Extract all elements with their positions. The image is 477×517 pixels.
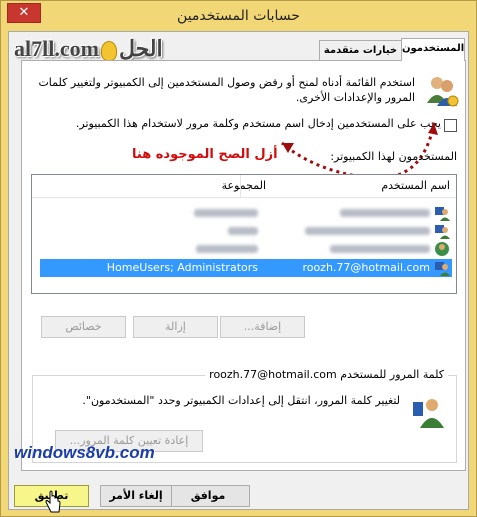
description-text: استخدم القائمة أدناه لمنح أو رفض وصول ال…: [38, 76, 415, 104]
user-icon: [435, 207, 450, 221]
site-logo-watermark: al7ll.com الحل: [14, 36, 163, 61]
users-group-icon: [427, 77, 459, 107]
user-group: HomeUsers; Administrators: [106, 261, 258, 274]
title-bar[interactable]: ✕ حسابات المستخدمين: [1, 1, 476, 31]
column-header-group[interactable]: المجموعة: [222, 179, 266, 192]
table-row[interactable]: [40, 240, 452, 258]
user-icon: [435, 225, 450, 239]
dialog-client: المستخدمون خيارات متقدمة al7ll.com الحل ا…: [8, 31, 469, 510]
hand-cursor-icon: [45, 490, 61, 513]
user-group: [194, 206, 258, 219]
password-group-title: كلمة المرور للمستخدم roozh.77@hotmail.co…: [205, 368, 448, 381]
annotation-text: أزل الصح الموجوده هنا: [132, 147, 278, 162]
windows8vb-watermark: windows8vb.com: [14, 443, 155, 462]
user-name: roozh.77@hotmail.com: [302, 261, 430, 274]
tab-advanced[interactable]: خيارات متقدمة: [319, 40, 402, 60]
user-name: [340, 206, 430, 219]
password-group-text: لتغيير كلمة المرور، انتقل إلى إعدادات ال…: [82, 394, 400, 407]
user-key-icon: [413, 399, 444, 428]
user-group: [228, 224, 258, 237]
table-row[interactable]: roozh.77@hotmail.com HomeUsers; Administ…: [40, 259, 452, 277]
user-group: [196, 242, 258, 255]
require-password-checkbox[interactable]: [444, 119, 457, 132]
users-tab-panel: استخدم القائمة أدناه لمنح أو رفض وصول ال…: [21, 60, 466, 471]
table-row[interactable]: [40, 222, 452, 240]
remove-user-button[interactable]: إزالة: [133, 316, 218, 338]
tab-users[interactable]: المستخدمون: [401, 38, 465, 61]
lightbulb-icon: [100, 40, 117, 61]
cancel-button[interactable]: إلغاء الأمر: [100, 485, 172, 507]
column-divider[interactable]: [240, 175, 241, 197]
users-list-header: اسم المستخدم المجموعة: [32, 175, 456, 198]
add-user-button[interactable]: إضافة...: [220, 316, 305, 338]
user-name: [305, 224, 430, 237]
user-icon: [435, 242, 449, 256]
users-list[interactable]: اسم المستخدم المجموعة roozh.77@hotmail.c…: [31, 174, 457, 294]
window-title: حسابات المستخدمين: [177, 8, 300, 24]
user-accounts-window: ✕ حسابات المستخدمين المستخدمون خيارات مت…: [0, 0, 477, 517]
users-list-label: المستخدمون لهذا الكمبيوتر:: [330, 150, 457, 163]
properties-button[interactable]: خصائص: [41, 316, 126, 338]
column-header-username[interactable]: اسم المستخدم: [381, 179, 450, 192]
ok-button[interactable]: موافق: [166, 485, 250, 507]
user-icon: [435, 262, 450, 276]
user-name: [330, 242, 430, 255]
table-row[interactable]: [40, 204, 452, 222]
